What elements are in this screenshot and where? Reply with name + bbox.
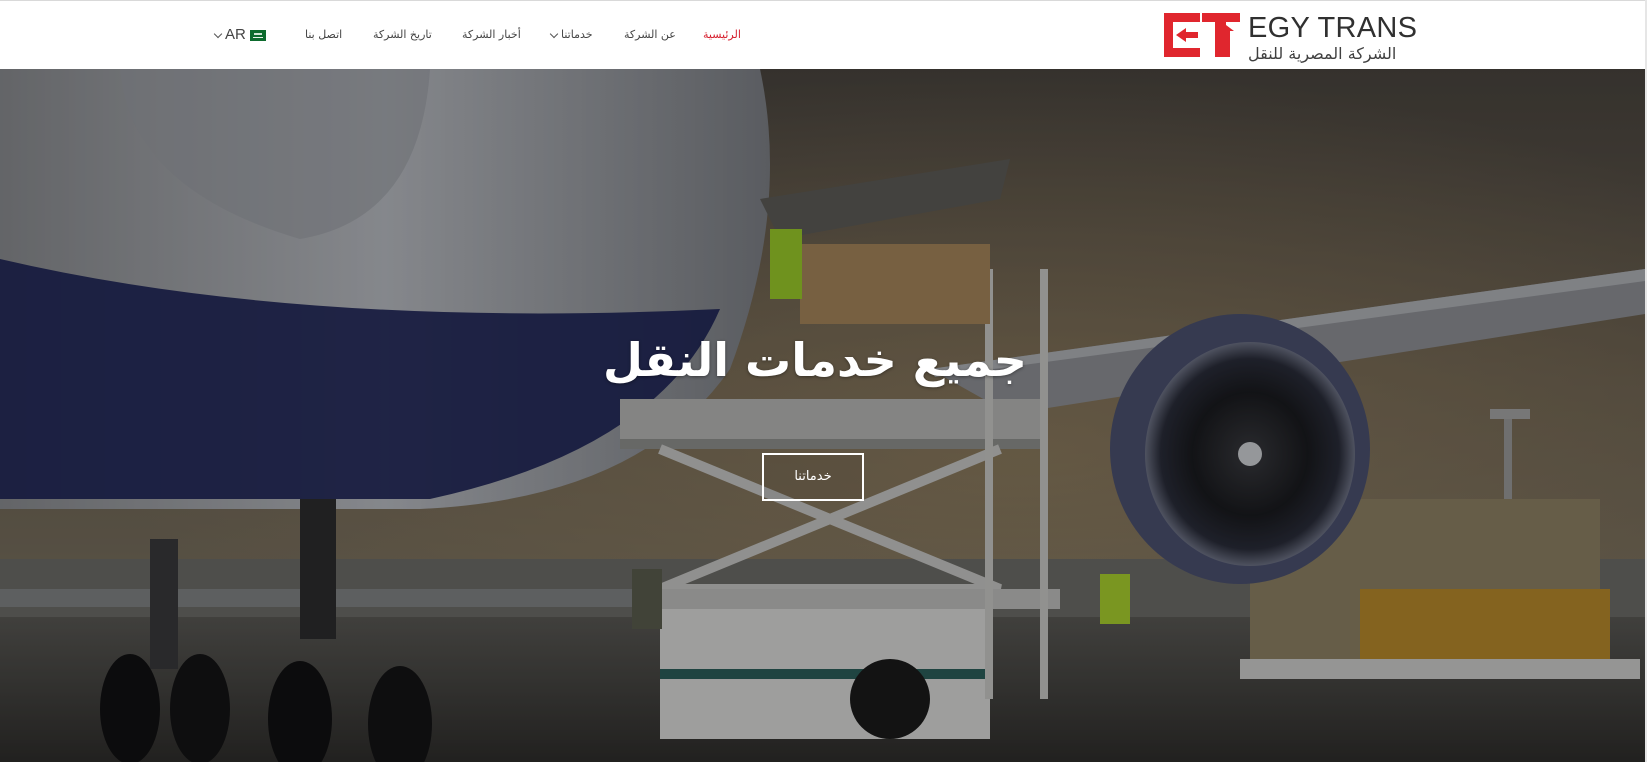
nav-item-contact[interactable]: اتصل بنا [305,28,342,41]
language-code: AR [225,26,246,43]
brand-subtitle: الشركة المصرية للنقل [1248,44,1397,63]
nav-item-services-label: خدماتنا [561,28,593,41]
site-logo[interactable]: EGY TRANS الشركة المصرية للنقل [1164,11,1417,63]
nav-item-about[interactable]: عن الشركة [624,28,676,41]
site-header: EGY TRANS الشركة المصرية للنقل الرئيسية … [0,0,1647,69]
chevron-down-icon [549,29,559,39]
chevron-down-icon [213,29,223,39]
nav-item-services[interactable]: خدماتنا [549,28,593,41]
nav-item-news[interactable]: أخبار الشركة [462,28,521,41]
hero-title: جميع خدمات النقل [603,333,1027,387]
hero-section: جميع خدمات النقل خدماتنا [0,69,1645,762]
language-selector[interactable]: AR [213,26,266,43]
page: EGY TRANS الشركة المصرية للنقل الرئيسية … [0,0,1647,762]
nav-item-home[interactable]: الرئيسية [703,28,741,41]
saudi-flag-icon [249,29,266,41]
services-button[interactable]: خدماتنا [762,453,864,501]
hero-background-image [0,69,1645,762]
egy-trans-logo-mark-icon [1164,13,1240,57]
brand-name: EGY TRANS [1248,12,1418,44]
nav-item-history[interactable]: تاريخ الشركة [373,28,432,41]
